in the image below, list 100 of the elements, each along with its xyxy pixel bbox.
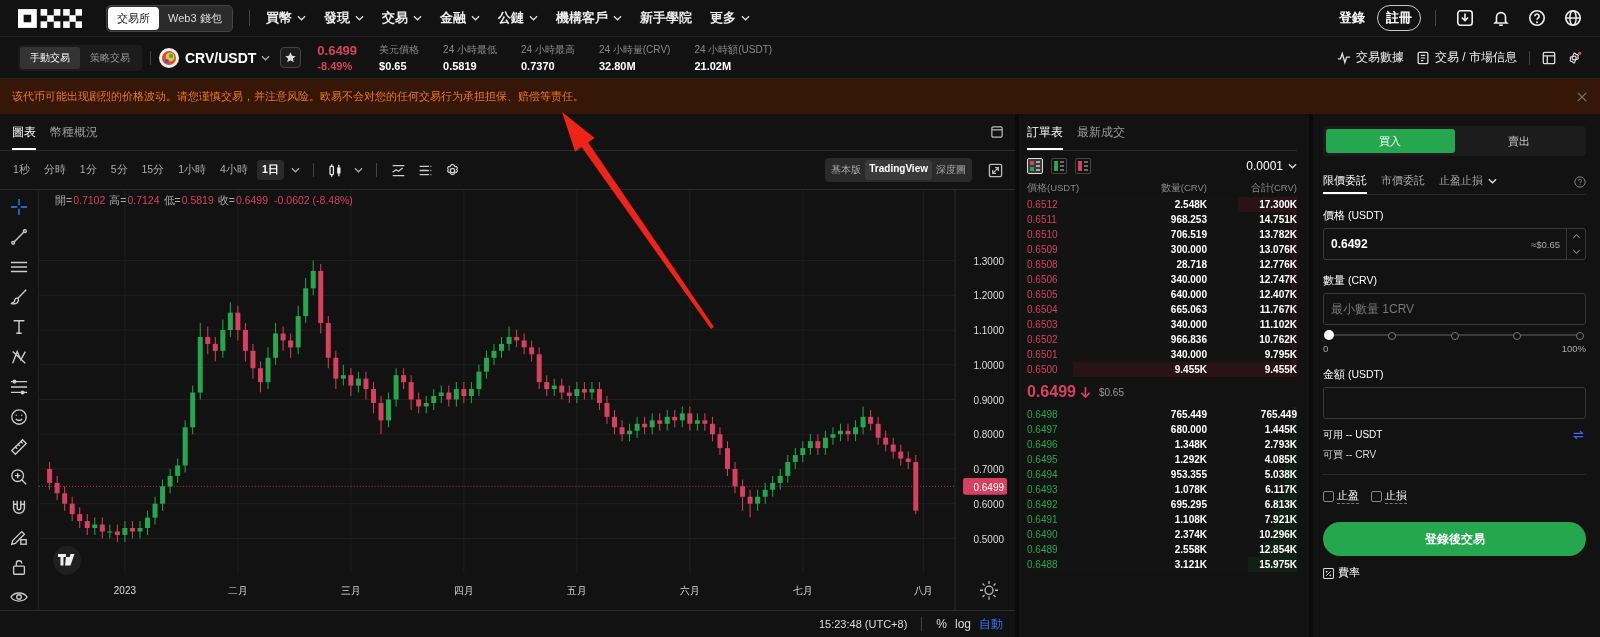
login-link[interactable]: 登錄: [1339, 9, 1365, 27]
trading-mode-tab[interactable]: 手動交易: [20, 46, 80, 69]
interval-option[interactable]: 1分: [74, 160, 102, 180]
toolbar-link[interactable]: 交易數據: [1337, 49, 1404, 66]
layout-icon[interactable]: [1542, 50, 1556, 65]
book-layout-icon[interactable]: [1075, 158, 1091, 174]
menu-item[interactable]: 金融: [439, 9, 480, 27]
slider-thumb[interactable]: [1324, 330, 1334, 340]
settings-icon[interactable]: [444, 162, 460, 178]
download-icon[interactable]: [1456, 9, 1474, 27]
fees-link[interactable]: 費率: [1323, 566, 1586, 580]
indicator-icon[interactable]: [390, 162, 406, 178]
caret-icon[interactable]: [290, 167, 300, 173]
magnet-icon[interactable]: [10, 498, 28, 516]
crosshair-icon[interactable]: [10, 198, 28, 216]
price-axis-label: 0.8000: [973, 429, 1004, 441]
ask-price: 0.6509: [1027, 244, 1059, 255]
caret-icon: [470, 15, 480, 21]
brush-icon[interactable]: [10, 288, 28, 306]
ask-price: 0.6504: [1027, 304, 1059, 315]
menu-item[interactable]: 交易: [381, 9, 422, 27]
smiley-icon[interactable]: [10, 408, 28, 426]
decrement-icon[interactable]: [1571, 249, 1581, 254]
pulse-icon: [1337, 50, 1351, 65]
nav-tab[interactable]: Web3 錢包: [159, 6, 231, 30]
menu-item[interactable]: 買幣: [265, 9, 306, 27]
bid-total: 7.921K: [1263, 514, 1297, 525]
caret-icon: [1288, 163, 1297, 169]
close-icon[interactable]: [1577, 91, 1587, 102]
checkbox[interactable]: [1371, 491, 1382, 502]
book-layout-icon[interactable]: [1051, 158, 1067, 174]
menu-item[interactable]: 機構客戶: [555, 9, 622, 27]
order-type-tab[interactable]: 市價委託: [1381, 170, 1425, 194]
ask-amount: 640.000: [1169, 289, 1207, 300]
globe-icon[interactable]: [1564, 9, 1582, 27]
order-book-tab[interactable]: 訂單表: [1027, 114, 1063, 150]
bell-icon[interactable]: [1492, 9, 1510, 27]
lock-icon[interactable]: [10, 558, 28, 576]
trend-line-icon[interactable]: [10, 228, 28, 246]
menu-item[interactable]: 公鏈: [497, 9, 538, 27]
price-change: -8.49%: [317, 60, 354, 72]
order-book-tab[interactable]: 最新成交: [1077, 114, 1125, 150]
caret-icon[interactable]: [353, 167, 363, 173]
scale-option[interactable]: 自動: [979, 615, 1003, 633]
scale-option[interactable]: log: [955, 617, 971, 631]
interval-option[interactable]: 5分: [105, 160, 133, 180]
parallel-lines-icon[interactable]: [10, 378, 28, 396]
precision-selector[interactable]: 0.0001: [1246, 159, 1297, 173]
settings-icon[interactable]: [1568, 50, 1582, 65]
candle: [913, 454, 919, 515]
pattern-icon[interactable]: [10, 348, 28, 366]
menu-item[interactable]: 更多: [709, 9, 750, 27]
pair-selector[interactable]: CRV/USDT: [185, 49, 275, 66]
pencil-lock-icon[interactable]: [10, 528, 28, 546]
stat-label: 24 小時額(USDT): [694, 43, 773, 57]
swap-icon[interactable]: [1573, 430, 1584, 440]
increment-icon[interactable]: [1571, 234, 1581, 239]
chart-tab[interactable]: 幣種概況: [50, 114, 98, 150]
interval-option[interactable]: 4小時: [215, 160, 253, 180]
zoom-in-icon[interactable]: [10, 468, 28, 486]
sun-icon[interactable]: [979, 580, 999, 601]
price-axis-label: 0.7000: [973, 463, 1004, 476]
ruler-icon[interactable]: [10, 438, 28, 456]
side-tab[interactable]: 賣出: [1454, 129, 1583, 153]
interval-option[interactable]: 1秒: [8, 160, 35, 180]
order-type-tab[interactable]: 限價委託: [1323, 170, 1367, 194]
slider-stop[interactable]: [1513, 332, 1522, 340]
caret-icon: [412, 15, 422, 21]
amount-slider[interactable]: [1323, 329, 1586, 341]
candle: [830, 426, 836, 446]
chart-view-tab[interactable]: 深度圖: [932, 160, 970, 180]
fullscreen-icon[interactable]: [988, 162, 1003, 178]
bid-total: 6.813K: [1263, 499, 1297, 510]
interval-option[interactable]: 1日: [256, 160, 284, 180]
toolbar-link[interactable]: 交易 / 市場信息: [1416, 49, 1517, 66]
candlestick-icon[interactable]: [327, 162, 343, 178]
amount-input[interactable]: 最小數量 1CRV: [1323, 293, 1586, 325]
slider-stop[interactable]: [1387, 332, 1396, 340]
bid-amount: 2.374K: [1173, 529, 1207, 540]
logo-icon[interactable]: [18, 8, 82, 28]
scale-option[interactable]: %: [936, 617, 947, 631]
chart-tab[interactable]: 圖表: [12, 114, 36, 150]
price-input[interactable]: 0.6492 ≈$0.65: [1323, 228, 1586, 260]
interval-option[interactable]: 分時: [38, 160, 71, 180]
total-input[interactable]: [1323, 387, 1586, 419]
interval-option[interactable]: 15分: [136, 160, 170, 180]
interval-option[interactable]: 1小時: [173, 160, 212, 180]
trading-mode-tab[interactable]: 策略交易: [80, 46, 140, 69]
menu-item[interactable]: 新手學院: [639, 9, 692, 27]
order-type-tab[interactable]: 止盈止損: [1439, 170, 1497, 194]
nav-tab[interactable]: 交易所: [108, 6, 159, 30]
time-axis-label: 六月: [680, 585, 700, 597]
chart-view-tab[interactable]: 基本版: [827, 160, 866, 180]
window-icon[interactable]: [991, 126, 1003, 138]
chart-view-tab[interactable]: TradingView: [865, 160, 932, 180]
favorite-button[interactable]: [280, 47, 302, 68]
checkbox[interactable]: [1323, 491, 1334, 502]
slider-stop[interactable]: [1576, 332, 1584, 340]
menu-item[interactable]: 發現: [323, 9, 364, 27]
slider-stop[interactable]: [1450, 332, 1459, 340]
